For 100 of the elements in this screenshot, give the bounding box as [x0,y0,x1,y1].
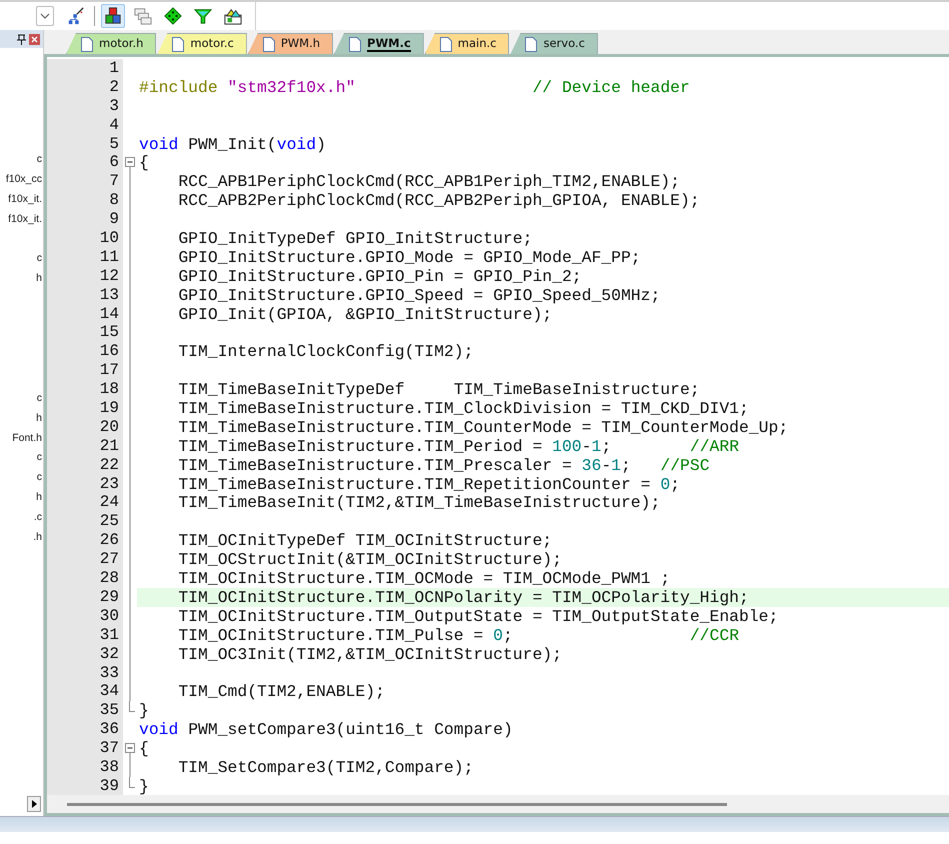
file-tab[interactable]: PWM.c [334,33,424,54]
code-line: void PWM_Init(void) [138,134,327,154]
tree-item[interactable]: h [36,269,43,290]
scrollbar-thumb[interactable] [67,802,727,806]
line-number: 16 [47,342,123,362]
line-number: 34 [47,682,123,702]
line-number: 12 [47,266,123,286]
line-number: 24 [47,493,123,512]
document-icon [440,36,452,52]
close-button[interactable] [29,34,40,44]
dropdown-button[interactable] [36,6,54,26]
code-line: TIM_TimeBaseInistructure.TIM_Prescaler = 36-1; //PSC [177,456,711,475]
blocks-icon [104,6,122,26]
close-icon [31,36,38,42]
tree-item[interactable]: f10x_it. [8,210,43,230]
tree-item[interactable]: h [36,408,43,429]
triangle-right-icon [32,800,36,808]
code-line: { [138,153,150,172]
code-line: TIM_OCInitStructure.TIM_Pulse = 0; //CCR [177,626,740,645]
line-number: 6 [47,153,123,172]
line-number: 25 [47,512,123,532]
line-number: 31 [47,626,123,645]
tree-item[interactable]: c [36,388,43,409]
file-tab[interactable]: motor.c [157,33,247,54]
tree-item[interactable]: c [36,468,43,488]
line-number: 29 [47,588,123,607]
line-number: 15 [47,323,123,342]
line-number: 37 [47,739,123,758]
code-line: GPIO_InitStructure.GPIO_Mode = GPIO_Mode_AF_PP; [177,248,642,267]
tree-item[interactable]: .c [34,508,43,528]
line-number: 22 [47,456,123,475]
code-line: TIM_TimeBaseInistructure.TIM_ClockDivision = TIM_CKD_DIV1; [177,399,750,418]
code-line: TIM_Cmd(TIM2,ENABLE); [177,682,386,702]
line-number: 19 [47,399,123,418]
code-line: TIM_TimeBaseInistructure.TIM_Period = 100-1; //ARR [177,436,740,456]
tree-item[interactable]: f10x_it. [8,190,43,210]
tree-item[interactable]: c [36,448,43,468]
stacked-cards-icon [224,6,242,26]
code-line: } [138,701,150,720]
line-number: 36 [47,720,123,740]
scroll-right-button[interactable] [27,796,41,812]
line-number: 38 [47,758,123,777]
line-number: 20 [47,418,123,437]
code-line: TIM_OC3Init(TIM2,&TIM_OCInitStructure); [177,644,563,664]
code-line: TIM_InternalClockConfig(TIM2); [177,342,474,362]
wand-hierarchy-icon [67,6,85,26]
line-number: 1 [47,59,123,78]
file-tab[interactable]: main.c [424,33,510,54]
line-number: 14 [47,304,123,324]
document-icon [525,36,538,52]
windows-icon [134,6,152,26]
line-number: 8 [47,191,123,210]
tree-item[interactable]: c [36,150,43,170]
document-icon [172,36,184,52]
line-number: 17 [47,361,123,380]
line-number: 11 [47,248,123,267]
code-line: RCC_APB1PeriphClockCmd(RCC_APB1Periph_TIM2,ENABLE); [177,172,681,192]
document-icon [262,36,275,52]
code-line: #include "stm32f10x.h" // Device header [138,78,691,97]
tree-item[interactable]: c [36,249,43,270]
code-line: TIM_OCInitStructure.TIM_OutputState = TIM_OutputState_Enable; [177,606,780,626]
code-line: } [138,776,150,795]
code-line: TIM_TimeBaseInitTypeDef TIM_TimeBaseInistructure; [177,380,701,400]
code-line: GPIO_Init(GPIOA, &GPIO_InitStructure); [177,304,554,324]
file-tab[interactable]: motor.h [66,33,156,54]
code-line: GPIO_InitTypeDef GPIO_InitStructure; [177,229,534,248]
code-line: void PWM_setCompare3(uint16_t Compare) [138,720,514,740]
code-line: TIM_TimeBaseInistructure.TIM_CounterMode = TIM_CounterMode_Up; [177,418,790,437]
file-tab[interactable]: PWM.h [248,33,334,54]
code-line: GPIO_InitStructure.GPIO_Speed = GPIO_Speed_50MHz; [177,286,662,305]
line-number: 35 [47,701,123,720]
tree-item[interactable]: f10x_cc [6,170,43,190]
line-number: 28 [47,569,123,588]
code-line: TIM_OCStructInit(&TIM_OCInitStructure); [177,550,563,570]
line-number: 10 [47,229,123,248]
chevron-down-icon [40,13,50,19]
line-number: 39 [47,776,123,795]
code-line: TIM_OCInitTypeDef TIM_OCInitStructure; [177,531,554,550]
line-number: 30 [47,606,123,626]
fold-end-line [129,701,135,712]
code-line: TIM_TimeBaseInistructure.TIM_RepetitionCounter = 0; [177,474,681,494]
fold-guide-line [129,758,131,777]
code-line: TIM_TimeBaseInit(TIM2,&TIM_TimeBaseInistructure); [177,493,662,512]
line-number: 3 [47,96,123,116]
line-number: 23 [47,474,123,494]
line-number: 5 [47,134,123,154]
line-number: 13 [47,286,123,305]
file-tab[interactable]: servo.c [510,33,598,54]
code-line: RCC_APB2PeriphClockCmd(RCC_APB2Periph_GPIOA, ENABLE); [177,191,701,210]
tree-item[interactable]: .h [33,528,43,548]
code-line: TIM_OCInitStructure.TIM_OCMode = TIM_OCMode_PWM1 ; [177,569,672,588]
code-line: TIM_SetCompare3(TIM2,Compare); [177,758,474,777]
line-number: 7 [47,172,123,192]
pin-icon[interactable] [17,34,26,44]
tree-item[interactable]: Font.h [12,428,43,448]
fold-end-line [129,776,135,788]
toolbar-button[interactable] [101,4,125,28]
diamond-icon [164,6,182,26]
line-number: 4 [47,116,123,135]
tree-item[interactable]: h [36,488,43,508]
